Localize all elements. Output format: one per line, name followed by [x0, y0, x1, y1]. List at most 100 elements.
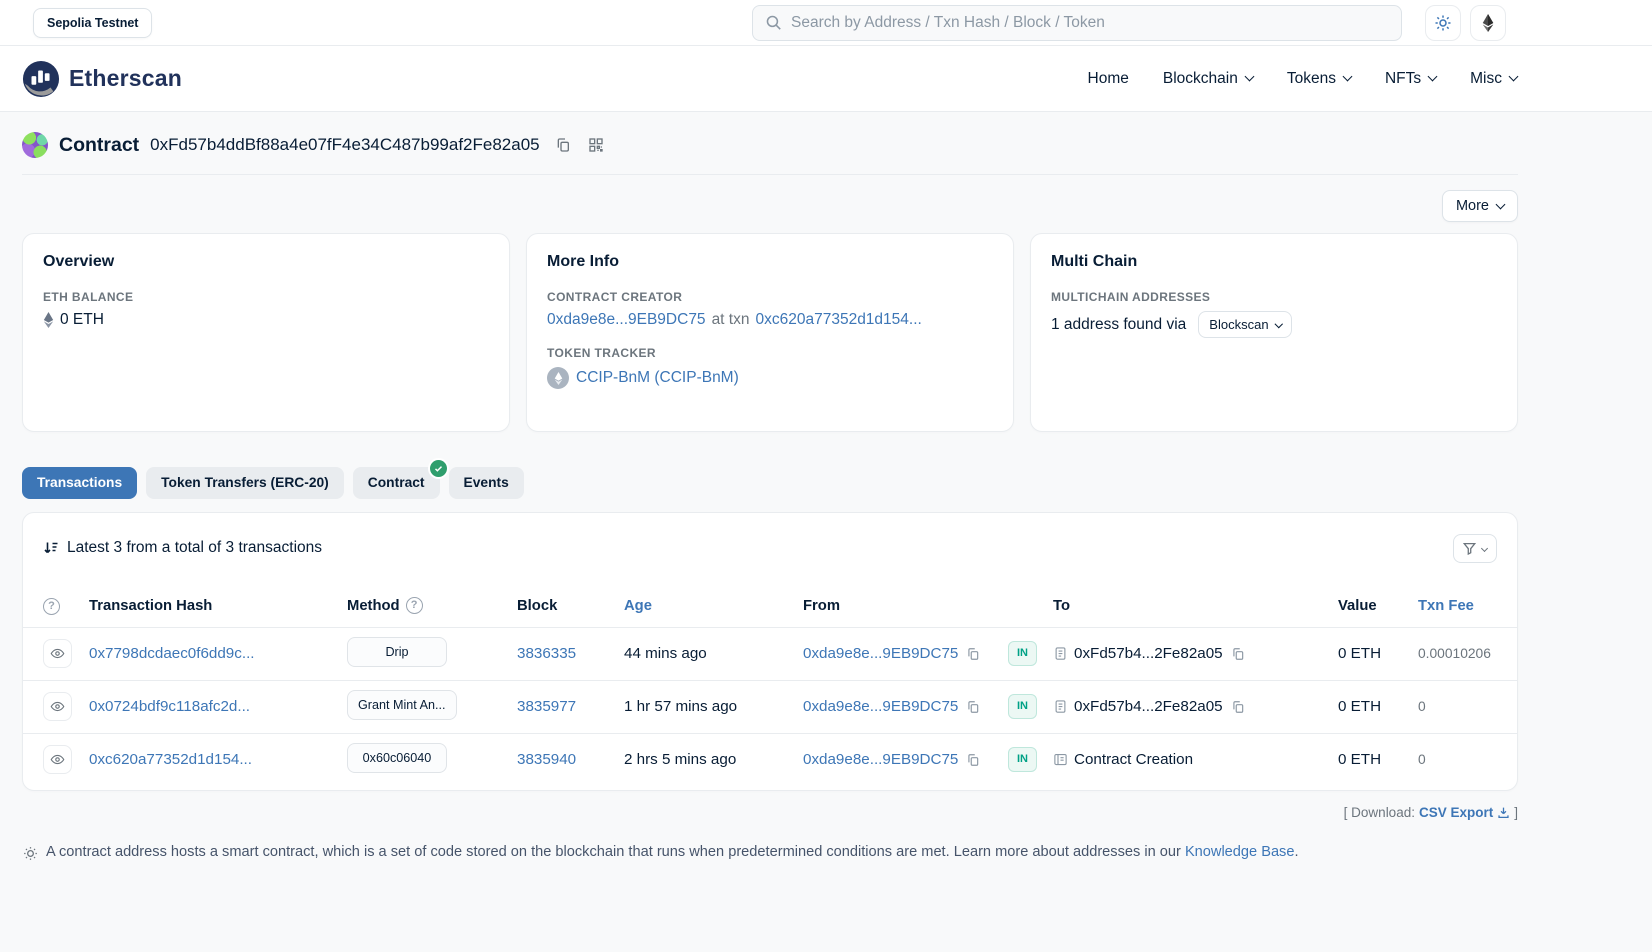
- method-badge[interactable]: 0x60c06040: [347, 743, 447, 773]
- method-badge[interactable]: Drip: [347, 637, 447, 667]
- search-icon: [765, 14, 782, 31]
- transactions-summary: Latest 3 from a total of 3 transactions: [43, 539, 322, 557]
- filter-button[interactable]: [1453, 534, 1497, 563]
- to-cell-text: Contract Creation: [1074, 751, 1193, 768]
- col-method-label: Method: [347, 598, 400, 614]
- from-address-link[interactable]: 0xda9e8e...9EB9DC75: [803, 645, 958, 662]
- eye-icon: [50, 699, 65, 714]
- knowledge-base-link[interactable]: Knowledge Base: [1185, 844, 1295, 860]
- help-icon[interactable]: ?: [43, 598, 60, 615]
- block-link[interactable]: 3835977: [517, 698, 576, 715]
- transactions-summary-text: Latest 3 from a total of 3 transactions: [67, 539, 322, 557]
- overview-card: Overview ETH Balance 0 ETH: [22, 233, 510, 432]
- search-input[interactable]: [791, 14, 1389, 32]
- col-age[interactable]: Age: [624, 598, 803, 614]
- download-suffix: ]: [1514, 805, 1518, 820]
- from-address-link[interactable]: 0xda9e8e...9EB9DC75: [803, 751, 958, 768]
- copy-from-address-button[interactable]: [964, 751, 982, 769]
- qr-code-button[interactable]: [586, 135, 606, 155]
- preview-transaction-button[interactable]: [43, 639, 72, 668]
- tab-events[interactable]: Events: [449, 467, 524, 499]
- multichain-addresses-label: Multichain Addresses: [1051, 290, 1497, 304]
- transactions-panel-head: Latest 3 from a total of 3 transactions: [23, 513, 1517, 571]
- col-txn-fee[interactable]: Txn Fee: [1418, 598, 1497, 614]
- method-help-icon[interactable]: ?: [406, 597, 423, 614]
- csv-export-link[interactable]: CSV Export: [1419, 805, 1493, 820]
- tab-transactions-label: Transactions: [37, 475, 122, 490]
- lightbulb-icon: [22, 845, 39, 862]
- ethereum-icon: [1480, 14, 1496, 32]
- more-row: More: [22, 190, 1518, 222]
- transaction-hash-link[interactable]: 0x7798dcdaec0f6dd9c...: [89, 645, 255, 662]
- preview-transaction-button[interactable]: [43, 692, 72, 721]
- network-badge[interactable]: Sepolia Testnet: [33, 8, 152, 38]
- nav-blockchain[interactable]: Blockchain: [1163, 70, 1253, 88]
- token-logo: [547, 367, 569, 389]
- eth-token-icon: [554, 372, 563, 385]
- download-prefix: [ Download:: [1344, 805, 1415, 820]
- token-tracker-section: Token Tracker CCIP-BnM (CCIP-BnM): [547, 346, 993, 389]
- copy-address-button[interactable]: [553, 135, 573, 155]
- info-cards: Overview ETH Balance 0 ETH More Info Con…: [22, 233, 1518, 432]
- copy-to-address-button[interactable]: [1229, 645, 1247, 663]
- multichain-card-title: Multi Chain: [1051, 253, 1497, 271]
- verified-check-icon: [430, 460, 447, 477]
- creation-txn-link[interactable]: 0xc620a77352d1d154...: [755, 311, 921, 329]
- copy-from-address-button[interactable]: [964, 698, 982, 716]
- chevron-down-icon: [1428, 72, 1438, 82]
- contract-file-icon: [1053, 646, 1068, 661]
- nav-nfts[interactable]: NFTs: [1385, 70, 1436, 88]
- nav-tokens[interactable]: Tokens: [1287, 70, 1351, 88]
- transaction-hash-link[interactable]: 0xc620a77352d1d154...: [89, 751, 252, 768]
- transaction-hash-link[interactable]: 0x0724bdf9c118afc2d...: [89, 698, 250, 715]
- direction-badge: IN: [1008, 694, 1037, 719]
- brand-name: Etherscan: [69, 65, 182, 92]
- copy-from-address-button[interactable]: [964, 645, 982, 663]
- blockscan-dropdown-button[interactable]: Blockscan: [1198, 311, 1292, 338]
- nav-tokens-label: Tokens: [1287, 70, 1336, 88]
- token-tracker-row: CCIP-BnM (CCIP-BnM): [547, 367, 993, 389]
- qr-code-icon: [588, 137, 604, 153]
- preview-transaction-button[interactable]: [43, 745, 72, 774]
- col-to: To: [1053, 598, 1338, 614]
- multichain-row: 1 address found via Blockscan: [1051, 311, 1497, 338]
- more-dropdown-button[interactable]: More: [1442, 190, 1518, 222]
- download-icon[interactable]: [1497, 806, 1510, 819]
- tab-transactions[interactable]: Transactions: [22, 467, 137, 499]
- value-cell: 0 ETH: [1338, 645, 1418, 662]
- table-row: 0x0724bdf9c118afc2d... Grant Mint An... …: [23, 680, 1517, 733]
- block-link[interactable]: 3835940: [517, 751, 576, 768]
- token-tracker-link[interactable]: CCIP-BnM (CCIP-BnM): [576, 369, 739, 387]
- method-badge[interactable]: Grant Mint An...: [347, 690, 457, 720]
- network-switch-button[interactable]: [1470, 5, 1506, 41]
- nav-home[interactable]: Home: [1088, 70, 1129, 88]
- col-block: Block: [517, 598, 624, 614]
- note-text-wrap: A contract address hosts a smart contrac…: [46, 844, 1299, 860]
- multichain-found-text: 1 address found via: [1051, 316, 1186, 334]
- copy-icon: [1231, 647, 1245, 661]
- contract-creation-icon: [1053, 752, 1068, 767]
- creator-address-link[interactable]: 0xda9e8e...9EB9DC75: [547, 311, 706, 329]
- theme-toggle-button[interactable]: [1425, 5, 1461, 41]
- chevron-down-icon: [1496, 199, 1506, 209]
- contract-creator-row: 0xda9e8e...9EB9DC75 at txn 0xc620a77352d…: [547, 311, 993, 329]
- copy-icon: [966, 753, 980, 767]
- nav-misc[interactable]: Misc: [1470, 70, 1517, 88]
- table-row: 0xc620a77352d1d154... 0x60c06040 3835940…: [23, 733, 1517, 786]
- address-avatar: [22, 132, 48, 158]
- nav-blockchain-label: Blockchain: [1163, 70, 1238, 88]
- note-text: A contract address hosts a smart contrac…: [46, 844, 1181, 860]
- from-address-link[interactable]: 0xda9e8e...9EB9DC75: [803, 698, 958, 715]
- copy-to-address-button[interactable]: [1229, 698, 1247, 716]
- brand-logo[interactable]: Etherscan: [22, 60, 182, 98]
- search-box: [752, 5, 1402, 41]
- block-link[interactable]: 3836335: [517, 645, 576, 662]
- transactions-panel: Latest 3 from a total of 3 transactions …: [22, 512, 1518, 791]
- address-title-row: Contract 0xFd57b4ddBf88a4e07fF4e34C487b9…: [22, 112, 1518, 174]
- age-cell: 44 mins ago: [624, 645, 803, 662]
- nav-nfts-label: NFTs: [1385, 70, 1421, 88]
- tab-token-transfers[interactable]: Token Transfers (ERC-20): [146, 467, 344, 499]
- tab-contract[interactable]: Contract: [353, 467, 440, 499]
- sun-icon: [1434, 14, 1452, 32]
- at-txn-text: at txn: [712, 311, 750, 329]
